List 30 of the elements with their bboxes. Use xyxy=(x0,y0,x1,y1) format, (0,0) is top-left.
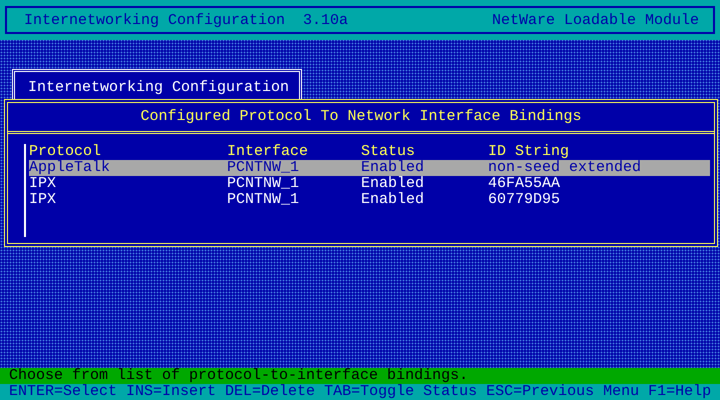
hint-bar: Choose from list of protocol-to-interface bindings. xyxy=(0,368,720,384)
table-cell-text: Enabled xyxy=(361,192,426,208)
module-label: NetWare Loadable Module xyxy=(492,12,699,28)
app-title: Internetworking Configuration 3.10a xyxy=(24,12,348,28)
table-cell-text: 60779D95 xyxy=(488,192,562,208)
column-header: Interface xyxy=(227,144,310,160)
table-cell-text: PCNTNW_1 xyxy=(227,192,300,208)
key-hint: F1=Help xyxy=(648,384,712,400)
key-hint: ENTER=Select xyxy=(9,384,118,400)
table-cell-text: Enabled xyxy=(361,160,426,176)
table-cell-text: AppleTalk xyxy=(29,160,112,176)
column-header: ID String xyxy=(488,144,570,160)
table-cell-text: non-seed extended xyxy=(488,160,642,176)
key-hint: INS=Insert xyxy=(126,384,216,400)
panel-title: Configured Protocol To Network Interface Bindings xyxy=(8,103,714,134)
column-header: Protocol xyxy=(29,144,102,160)
key-hint: DEL=Delete xyxy=(225,384,316,400)
column-header: Status xyxy=(361,144,416,160)
binding-row[interactable]: IPX PCNTNW_1 Enabled 46FA55AA xyxy=(29,176,710,192)
menu-tab[interactable]: Internetworking Configuration xyxy=(12,69,302,99)
binding-row[interactable]: IPX PCNTNW_1 Enabled 60779D95 xyxy=(29,192,710,208)
key-hint: ESC=Previous Menu xyxy=(486,384,640,400)
table-cell-text: 46FA55AA xyxy=(488,176,562,192)
table-cell-text: PCNTNW_1 xyxy=(227,176,300,192)
table-cell-text: IPX xyxy=(29,192,58,208)
key-hint: TAB=Toggle Status xyxy=(324,384,478,400)
table-cell-text: IPX xyxy=(29,176,58,192)
table-cell-text: PCNTNW_1 xyxy=(227,160,300,176)
table-cell-text: Enabled xyxy=(361,176,426,192)
binding-row[interactable]: AppleTalk PCNTNW_1 Enabled non-seed extended xyxy=(29,160,710,176)
